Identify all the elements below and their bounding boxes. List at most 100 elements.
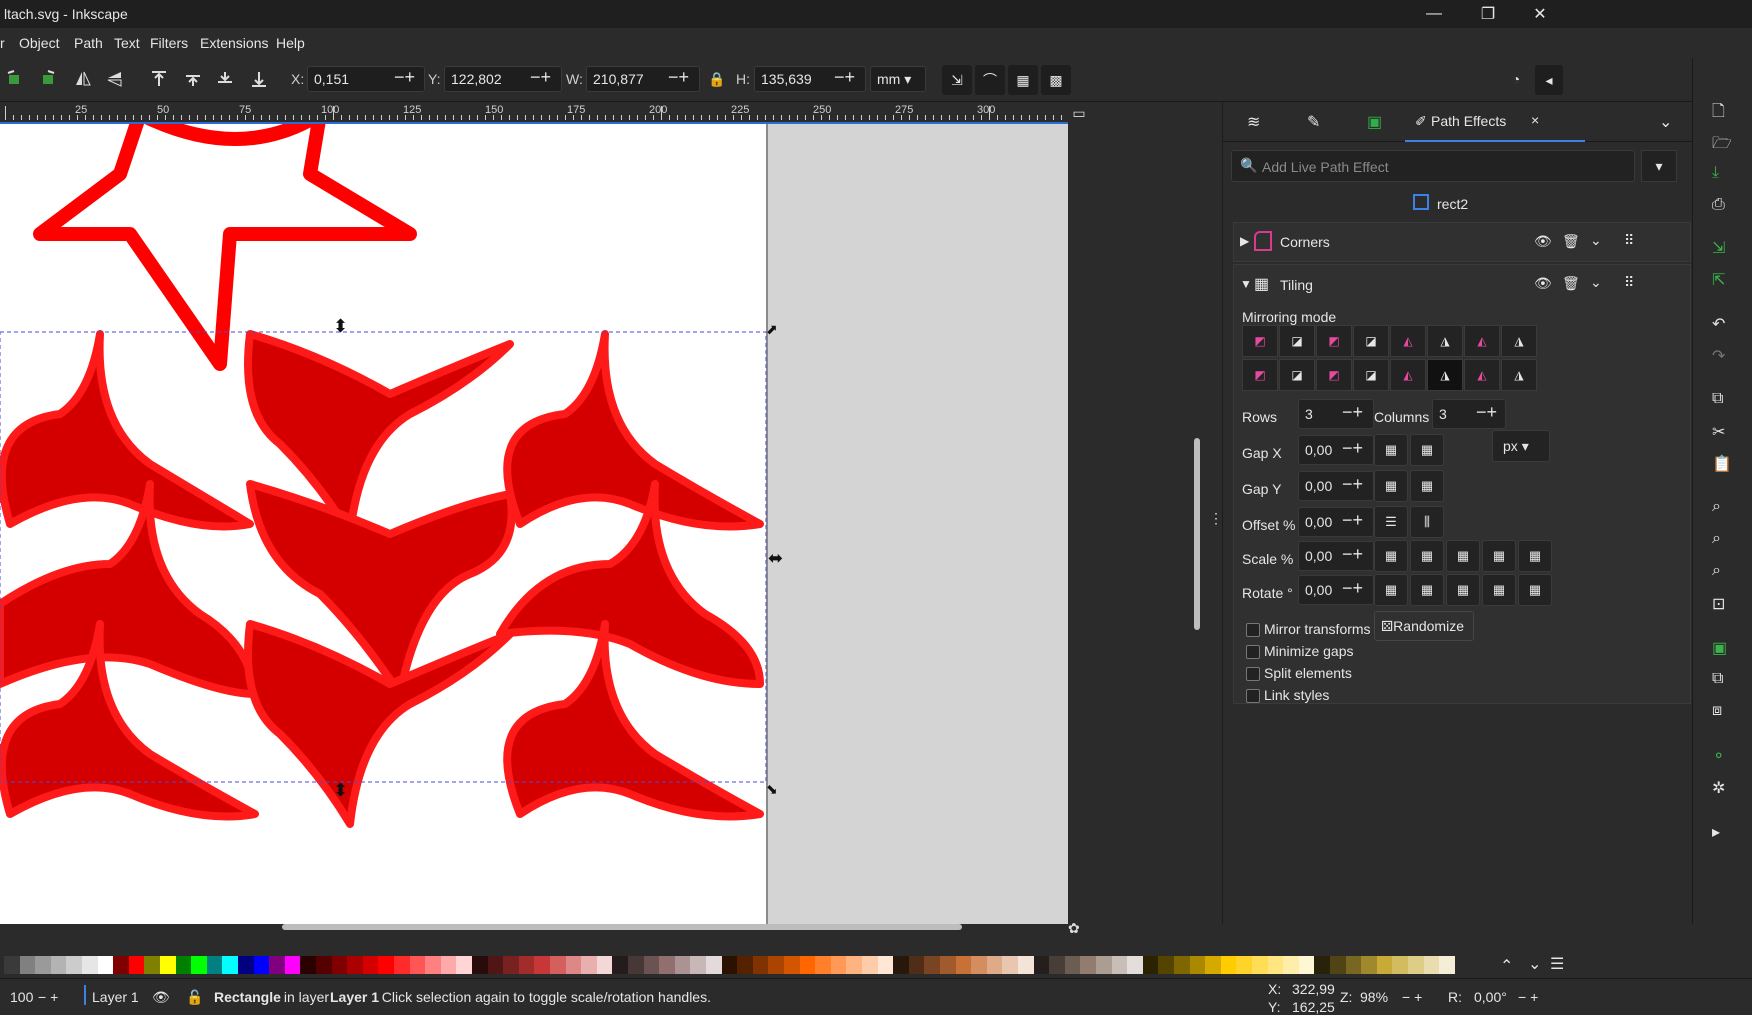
zoom-value[interactable]: 98% bbox=[1360, 989, 1388, 1005]
delete-icon[interactable]: 🗑 bbox=[1562, 275, 1580, 292]
color-swatch[interactable] bbox=[643, 956, 660, 974]
chevron-down-icon[interactable]: ⌄ bbox=[1590, 232, 1602, 249]
menu-filters[interactable]: Filters bbox=[150, 35, 188, 51]
ungroup-icon[interactable]: ✲ bbox=[1712, 778, 1725, 798]
rotate-cw-icon[interactable] bbox=[36, 68, 58, 90]
color-swatch[interactable] bbox=[768, 956, 785, 974]
effect-corners[interactable]: ▶ Corners 👁 🗑 ⌄ ⠿ bbox=[1233, 222, 1691, 262]
mirroring-mode-button[interactable]: ◮ bbox=[1501, 325, 1537, 357]
color-swatch[interactable] bbox=[206, 956, 223, 974]
color-swatch[interactable] bbox=[940, 956, 956, 974]
color-swatch[interactable] bbox=[628, 956, 644, 974]
open-icon[interactable]: 🗁 bbox=[1712, 132, 1732, 159]
import-icon[interactable]: ⇲ bbox=[1712, 238, 1725, 258]
color-swatch[interactable] bbox=[1111, 956, 1128, 974]
rotate-ccw-icon[interactable] bbox=[4, 68, 26, 90]
color-swatch[interactable] bbox=[97, 956, 114, 974]
mirroring-mode-button[interactable]: ◪ bbox=[1353, 325, 1389, 357]
lower-icon[interactable] bbox=[214, 68, 236, 90]
color-swatch[interactable] bbox=[503, 956, 520, 974]
color-swatch[interactable] bbox=[82, 956, 98, 974]
color-swatch[interactable] bbox=[1267, 956, 1284, 974]
color-swatch[interactable] bbox=[799, 956, 816, 974]
color-swatch[interactable] bbox=[955, 956, 972, 974]
collapse-toolbar-button[interactable]: ◂ bbox=[1535, 65, 1563, 95]
gapy-stepper[interactable]: −+ bbox=[1342, 474, 1363, 495]
color-swatch[interactable] bbox=[1064, 956, 1081, 974]
scale-mode-button[interactable]: ▦ bbox=[1518, 540, 1552, 572]
color-swatch[interactable] bbox=[1080, 956, 1097, 974]
lower-to-bottom-icon[interactable] bbox=[248, 68, 270, 90]
mirroring-mode-button[interactable]: ◮ bbox=[1427, 359, 1463, 391]
color-swatch[interactable] bbox=[128, 956, 145, 974]
export-tab-icon[interactable]: ▣ bbox=[1367, 112, 1382, 132]
w-stepper[interactable]: −+ bbox=[668, 67, 689, 88]
color-swatch[interactable] bbox=[862, 956, 878, 974]
menu-edit[interactable]: r bbox=[0, 35, 5, 51]
color-swatch[interactable] bbox=[550, 956, 566, 974]
gap-unit-select[interactable]: px ▾ bbox=[1492, 430, 1550, 462]
scale-stroke-button[interactable]: ⇲ bbox=[942, 65, 972, 95]
color-management-icon[interactable]: ✿ bbox=[1068, 920, 1080, 937]
color-swatch[interactable] bbox=[815, 956, 832, 974]
color-swatch[interactable] bbox=[300, 956, 317, 974]
color-swatch[interactable] bbox=[690, 956, 707, 974]
color-swatch[interactable] bbox=[986, 956, 1003, 974]
color-swatch[interactable] bbox=[253, 956, 270, 974]
palette-menu-icon[interactable]: ☰ bbox=[1550, 954, 1564, 974]
color-swatch[interactable] bbox=[830, 956, 847, 974]
drag-handle-icon[interactable]: ⠿ bbox=[1624, 274, 1634, 291]
color-swatch[interactable] bbox=[425, 956, 442, 974]
rotate-mode-button[interactable]: ▦ bbox=[1374, 574, 1408, 606]
mirroring-mode-button[interactable]: ◮ bbox=[1501, 359, 1537, 391]
print-icon[interactable]: ⎙ bbox=[1712, 196, 1725, 214]
raise-icon[interactable] bbox=[182, 68, 204, 90]
scale-mode-button[interactable]: ▦ bbox=[1446, 540, 1480, 572]
color-swatch[interactable] bbox=[877, 956, 894, 974]
offset-stepper[interactable]: −+ bbox=[1342, 510, 1363, 531]
mirroring-mode-button[interactable]: ◩ bbox=[1242, 359, 1278, 391]
horizontal-scrollbar[interactable] bbox=[282, 924, 962, 930]
color-swatch[interactable] bbox=[1158, 956, 1175, 974]
color-swatch[interactable] bbox=[1002, 956, 1019, 974]
columns-stepper[interactable]: −+ bbox=[1476, 402, 1497, 423]
mirroring-mode-button[interactable]: ◩ bbox=[1316, 325, 1352, 357]
color-swatch[interactable] bbox=[534, 956, 551, 974]
color-swatch[interactable] bbox=[472, 956, 488, 974]
color-swatch[interactable] bbox=[1283, 956, 1300, 974]
color-swatch[interactable] bbox=[1408, 956, 1424, 974]
raise-to-top-icon[interactable] bbox=[148, 68, 170, 90]
export-icon[interactable]: ⇱ bbox=[1712, 270, 1725, 290]
color-swatch[interactable] bbox=[66, 956, 83, 974]
mirroring-mode-button[interactable]: ◭ bbox=[1390, 325, 1426, 357]
zoom-drawing-icon[interactable]: ⌕ bbox=[1712, 530, 1721, 548]
group-icon[interactable]: ⚬ bbox=[1712, 746, 1725, 766]
color-swatch[interactable] bbox=[1127, 956, 1144, 974]
color-swatch[interactable] bbox=[674, 956, 691, 974]
status-zoom-stepper[interactable]: − + bbox=[38, 989, 58, 1005]
status-zoom-field[interactable]: 100 bbox=[10, 989, 33, 1005]
mirroring-mode-button[interactable]: ◭ bbox=[1464, 359, 1500, 391]
menu-extensions[interactable]: Extensions bbox=[200, 35, 268, 51]
color-swatch[interactable] bbox=[144, 956, 161, 974]
paste-icon[interactable]: 📋 bbox=[1712, 454, 1732, 474]
gapy-mode-button-2[interactable]: ▦ bbox=[1410, 470, 1444, 502]
zoom-stepper[interactable]: − + bbox=[1402, 989, 1422, 1005]
gapx-mode-button-2[interactable]: ▦ bbox=[1410, 434, 1444, 466]
rows-stepper[interactable]: −+ bbox=[1342, 402, 1363, 423]
offset-rows-button[interactable]: ☰ bbox=[1374, 506, 1408, 538]
rotate-stepper[interactable]: −+ bbox=[1342, 578, 1363, 599]
mirroring-mode-button[interactable]: ◭ bbox=[1390, 359, 1426, 391]
layers-tab-icon[interactable]: ≋ bbox=[1247, 112, 1260, 132]
color-swatch[interactable] bbox=[50, 956, 67, 974]
fill-stroke-tab-icon[interactable]: ✎ bbox=[1307, 112, 1320, 132]
scale-mode-button[interactable]: ▦ bbox=[1410, 540, 1444, 572]
color-swatch[interactable] bbox=[846, 956, 863, 974]
randomize-button[interactable]: ⚄Randomize bbox=[1374, 611, 1474, 641]
color-swatch[interactable] bbox=[1361, 956, 1378, 974]
transform-gradients-button[interactable]: ▦ bbox=[1008, 65, 1038, 95]
layer-lock-icon[interactable]: 🔓 bbox=[186, 989, 203, 1006]
color-swatch[interactable] bbox=[565, 956, 582, 974]
color-swatch[interactable] bbox=[191, 956, 208, 974]
mirroring-mode-button[interactable]: ◭ bbox=[1464, 325, 1500, 357]
